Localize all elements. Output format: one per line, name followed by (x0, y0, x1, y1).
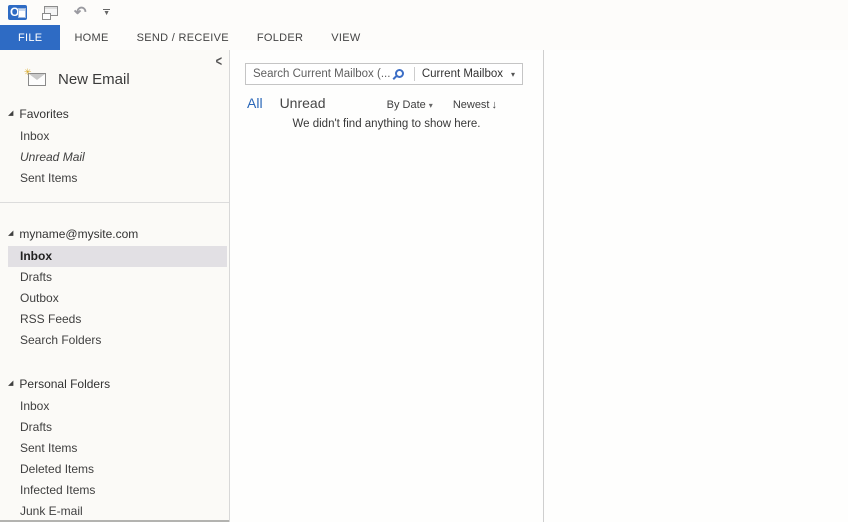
sidebar-item-drafts[interactable]: Drafts (8, 267, 227, 288)
customize-qat-icon[interactable]: ▼ (102, 8, 112, 17)
sparkle-icon: ✳ (24, 66, 32, 77)
new-email-label: New Email (58, 70, 130, 88)
sidebar-section-title: Personal Folders (19, 376, 111, 391)
search-icon[interactable] (394, 68, 404, 78)
search-scope-dropdown[interactable]: Current Mailbox (422, 68, 503, 80)
sidebar-item-rss-feeds[interactable]: RSS Feeds (8, 309, 227, 330)
sidebar-item-outbox[interactable]: Outbox (8, 288, 227, 309)
tab-send-receive[interactable]: SEND / RECEIVE (123, 25, 243, 50)
sidebar-item-unread-mail[interactable]: Unread Mail (8, 147, 227, 168)
search-input[interactable]: Search Current Mailbox (... (253, 68, 393, 80)
sidebar-section: ◢ myname@mysite.com Inbox Drafts Outbox RSS F… (0, 221, 229, 351)
ribbon-tab-bar: FILE HOME SEND / RECEIVE FOLDER VIEW (0, 25, 848, 50)
sidebar-item-drafts[interactable]: Drafts (8, 417, 227, 438)
sidebar-item-search-folders[interactable]: Search Folders (8, 330, 227, 351)
title-bar: O ↶ ▼ (0, 0, 848, 25)
sort-order-toggle[interactable]: Newest ↓ (453, 99, 497, 111)
sidebar-section-header-favorites[interactable]: ◢ Favorites (0, 101, 229, 126)
tab-home[interactable]: HOME (60, 25, 122, 50)
reading-pane (544, 50, 848, 522)
sidebar-item-inbox[interactable]: Inbox (8, 126, 227, 147)
collapse-folder-pane-icon[interactable]: < (216, 54, 222, 70)
expand-triangle-icon[interactable]: ◢ (8, 230, 13, 237)
new-email-icon: ✳ (24, 67, 46, 86)
message-list-pane: Search Current Mailbox (... Current Mail… (230, 50, 544, 522)
sidebar-item-sent-items[interactable]: Sent Items (8, 438, 227, 459)
search-row: Search Current Mailbox (... Current Mail… (230, 50, 543, 85)
filter-row: All Unread By Date ▾ Newest ↓ (230, 95, 543, 111)
sort-by-dropdown[interactable]: By Date ▾ (387, 99, 433, 111)
chevron-down-icon[interactable]: ▾ (511, 70, 515, 79)
empty-list-message: We didn't find anything to show here. (292, 118, 481, 130)
sidebar-divider (0, 202, 229, 203)
sidebar-section-header-myname-mysite-com[interactable]: ◢ myname@mysite.com (0, 221, 229, 246)
undo-icon[interactable]: ↶ (74, 5, 87, 20)
sidebar-section-title: Favorites (19, 106, 69, 121)
arrow-down-icon: ↓ (491, 99, 498, 111)
sidebar-item-junk-e-mail[interactable]: Junk E-mail (8, 501, 227, 522)
filter-all-tab[interactable]: All (247, 95, 263, 111)
sidebar-item-inbox[interactable]: Inbox (8, 396, 227, 417)
outlook-logo-page (18, 8, 26, 18)
tab-view[interactable]: VIEW (317, 25, 374, 50)
sidebar-item-infected-items[interactable]: Infected Items (8, 480, 227, 501)
tab-file[interactable]: FILE (0, 25, 61, 50)
sidebar-item-inbox[interactable]: Inbox (8, 246, 227, 267)
sidebar-section-title: myname@mysite.com (19, 226, 139, 241)
chevron-down-icon: ▾ (428, 101, 433, 110)
filter-unread-tab[interactable]: Unread (280, 95, 326, 111)
sidebar-section: ◢ Personal Folders Inbox Drafts Sent Items De… (0, 371, 229, 522)
search-box[interactable]: Search Current Mailbox (... Current Mail… (245, 63, 523, 85)
expand-triangle-icon[interactable]: ◢ (8, 110, 13, 117)
sidebar-section: ◢ Favorites Inbox Unread Mail Sent Items (0, 101, 229, 189)
main-area: < ✳ New Email ◢ Favorites Inbox Unread Mail… (0, 50, 848, 522)
tab-folder[interactable]: FOLDER (243, 25, 317, 50)
search-scope-separator (413, 67, 415, 81)
new-email-button[interactable]: ✳ New Email (0, 65, 229, 93)
sidebar-section-header-personal-folders[interactable]: ◢ Personal Folders (0, 371, 229, 396)
send-receive-icon[interactable] (42, 5, 59, 20)
folder-sections: ◢ Favorites Inbox Unread Mail Sent Items ◢ myn… (0, 101, 229, 522)
sidebar-item-sent-items[interactable]: Sent Items (8, 168, 227, 189)
outlook-app-icon[interactable]: O (8, 5, 27, 20)
folder-pane: < ✳ New Email ◢ Favorites Inbox Unread Mail… (0, 50, 230, 522)
expand-triangle-icon[interactable]: ◢ (8, 380, 13, 387)
sidebar-item-deleted-items[interactable]: Deleted Items (8, 459, 227, 480)
